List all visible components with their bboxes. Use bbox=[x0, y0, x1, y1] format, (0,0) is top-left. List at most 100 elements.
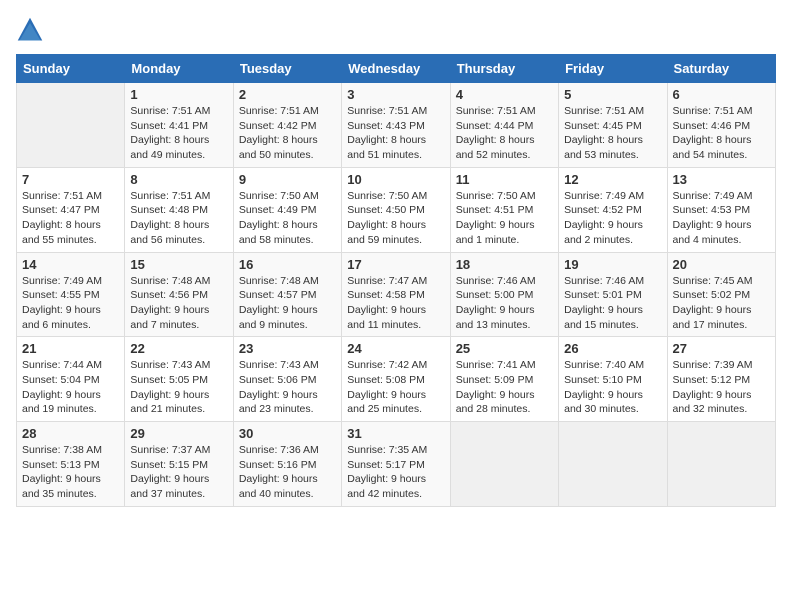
logo-icon bbox=[16, 16, 44, 44]
day-number: 16 bbox=[239, 257, 336, 272]
day-number: 21 bbox=[22, 341, 119, 356]
day-cell: 26Sunrise: 7:40 AMSunset: 5:10 PMDayligh… bbox=[559, 337, 667, 422]
header-monday: Monday bbox=[125, 55, 233, 83]
day-cell: 29 Sunrise: 7:37 AMSunset: 5:15 PMDayligh… bbox=[125, 422, 233, 507]
week-row-4: 28 Sunrise: 7:38 AMSunset: 5:13 PMDayligh… bbox=[17, 422, 776, 507]
day-cell: 30 Sunrise: 7:36 AMSunset: 5:16 PMDayligh… bbox=[233, 422, 341, 507]
day-cell: 17 Sunrise: 7:47 AMSunset: 4:58 PMDayligh… bbox=[342, 252, 450, 337]
day-info: Sunrise: 7:41 AMSunset: 5:09 PMDaylight:… bbox=[456, 358, 553, 417]
day-number: 2 bbox=[239, 87, 336, 102]
day-cell: 8Sunrise: 7:51 AMSunset: 4:48 PMDaylight… bbox=[125, 167, 233, 252]
day-cell bbox=[667, 422, 775, 507]
day-info: Sunrise: 7:50 AMSunset: 4:50 PMDaylight:… bbox=[347, 189, 444, 248]
header-row: SundayMondayTuesdayWednesdayThursdayFrid… bbox=[17, 55, 776, 83]
header-thursday: Thursday bbox=[450, 55, 558, 83]
day-cell: 20 Sunrise: 7:45 AMSunset: 5:02 PMDayligh… bbox=[667, 252, 775, 337]
day-info: Sunrise: 7:50 AMSunset: 4:49 PMDaylight:… bbox=[239, 189, 336, 248]
day-number: 22 bbox=[130, 341, 227, 356]
day-number: 17 bbox=[347, 257, 444, 272]
day-number: 9 bbox=[239, 172, 336, 187]
day-number: 4 bbox=[456, 87, 553, 102]
day-info: Sunrise: 7:51 AMSunset: 4:47 PMDaylight:… bbox=[22, 189, 119, 248]
day-number: 27 bbox=[673, 341, 770, 356]
day-number: 26 bbox=[564, 341, 661, 356]
day-cell: 6 Sunrise: 7:51 AMSunset: 4:46 PMDaylight… bbox=[667, 83, 775, 168]
day-info: Sunrise: 7:43 AMSunset: 5:05 PMDaylight:… bbox=[130, 358, 227, 417]
day-info: Sunrise: 7:51 AMSunset: 4:46 PMDaylight:… bbox=[673, 104, 770, 163]
day-cell: 12 Sunrise: 7:49 AMSunset: 4:52 PMDayligh… bbox=[559, 167, 667, 252]
day-cell: 27 Sunrise: 7:39 AMSunset: 5:12 PMDayligh… bbox=[667, 337, 775, 422]
day-info: Sunrise: 7:46 AMSunset: 5:01 PMDaylight:… bbox=[564, 274, 661, 333]
day-number: 10 bbox=[347, 172, 444, 187]
day-number: 1 bbox=[130, 87, 227, 102]
day-cell: 19 Sunrise: 7:46 AMSunset: 5:01 PMDayligh… bbox=[559, 252, 667, 337]
day-info: Sunrise: 7:48 AMSunset: 4:56 PMDaylight:… bbox=[130, 274, 227, 333]
day-cell: 4 Sunrise: 7:51 AMSunset: 4:44 PMDaylight… bbox=[450, 83, 558, 168]
day-info: Sunrise: 7:46 AMSunset: 5:00 PMDaylight:… bbox=[456, 274, 553, 333]
day-info: Sunrise: 7:51 AMSunset: 4:44 PMDaylight:… bbox=[456, 104, 553, 163]
day-number: 29 bbox=[130, 426, 227, 441]
day-cell: 15 Sunrise: 7:48 AMSunset: 4:56 PMDayligh… bbox=[125, 252, 233, 337]
day-info: Sunrise: 7:35 AMSunset: 5:17 PMDaylight:… bbox=[347, 443, 444, 502]
day-cell: 3 Sunrise: 7:51 AMSunset: 4:43 PMDaylight… bbox=[342, 83, 450, 168]
day-cell: 23 Sunrise: 7:43 AMSunset: 5:06 PMDayligh… bbox=[233, 337, 341, 422]
day-number: 6 bbox=[673, 87, 770, 102]
week-row-3: 21 Sunrise: 7:44 AMSunset: 5:04 PMDayligh… bbox=[17, 337, 776, 422]
day-info: Sunrise: 7:49 AMSunset: 4:52 PMDaylight:… bbox=[564, 189, 661, 248]
day-cell: 11Sunrise: 7:50 AMSunset: 4:51 PMDayligh… bbox=[450, 167, 558, 252]
day-number: 11 bbox=[456, 172, 553, 187]
week-row-1: 7Sunrise: 7:51 AMSunset: 4:47 PMDaylight… bbox=[17, 167, 776, 252]
day-cell: 31 Sunrise: 7:35 AMSunset: 5:17 PMDayligh… bbox=[342, 422, 450, 507]
day-info: Sunrise: 7:36 AMSunset: 5:16 PMDaylight:… bbox=[239, 443, 336, 502]
day-number: 24 bbox=[347, 341, 444, 356]
day-number: 30 bbox=[239, 426, 336, 441]
day-info: Sunrise: 7:48 AMSunset: 4:57 PMDaylight:… bbox=[239, 274, 336, 333]
day-info: Sunrise: 7:37 AMSunset: 5:15 PMDaylight:… bbox=[130, 443, 227, 502]
day-cell: 25Sunrise: 7:41 AMSunset: 5:09 PMDayligh… bbox=[450, 337, 558, 422]
day-cell: 28 Sunrise: 7:38 AMSunset: 5:13 PMDayligh… bbox=[17, 422, 125, 507]
header-saturday: Saturday bbox=[667, 55, 775, 83]
week-row-0: 1 Sunrise: 7:51 AMSunset: 4:41 PMDaylight… bbox=[17, 83, 776, 168]
day-number: 15 bbox=[130, 257, 227, 272]
week-row-2: 14Sunrise: 7:49 AMSunset: 4:55 PMDayligh… bbox=[17, 252, 776, 337]
page-header bbox=[16, 16, 776, 44]
day-info: Sunrise: 7:43 AMSunset: 5:06 PMDaylight:… bbox=[239, 358, 336, 417]
day-number: 31 bbox=[347, 426, 444, 441]
day-cell: 21 Sunrise: 7:44 AMSunset: 5:04 PMDayligh… bbox=[17, 337, 125, 422]
day-info: Sunrise: 7:49 AMSunset: 4:55 PMDaylight:… bbox=[22, 274, 119, 333]
header-sunday: Sunday bbox=[17, 55, 125, 83]
day-info: Sunrise: 7:38 AMSunset: 5:13 PMDaylight:… bbox=[22, 443, 119, 502]
day-cell: 18Sunrise: 7:46 AMSunset: 5:00 PMDayligh… bbox=[450, 252, 558, 337]
header-friday: Friday bbox=[559, 55, 667, 83]
day-number: 20 bbox=[673, 257, 770, 272]
day-number: 28 bbox=[22, 426, 119, 441]
day-cell: 10 Sunrise: 7:50 AMSunset: 4:50 PMDayligh… bbox=[342, 167, 450, 252]
day-info: Sunrise: 7:51 AMSunset: 4:45 PMDaylight:… bbox=[564, 104, 661, 163]
day-info: Sunrise: 7:51 AMSunset: 4:42 PMDaylight:… bbox=[239, 104, 336, 163]
day-cell: 22 Sunrise: 7:43 AMSunset: 5:05 PMDayligh… bbox=[125, 337, 233, 422]
day-info: Sunrise: 7:49 AMSunset: 4:53 PMDaylight:… bbox=[673, 189, 770, 248]
day-cell: 7Sunrise: 7:51 AMSunset: 4:47 PMDaylight… bbox=[17, 167, 125, 252]
calendar-table: SundayMondayTuesdayWednesdayThursdayFrid… bbox=[16, 54, 776, 507]
day-number: 19 bbox=[564, 257, 661, 272]
day-cell: 5 Sunrise: 7:51 AMSunset: 4:45 PMDaylight… bbox=[559, 83, 667, 168]
day-info: Sunrise: 7:45 AMSunset: 5:02 PMDaylight:… bbox=[673, 274, 770, 333]
day-cell: 2 Sunrise: 7:51 AMSunset: 4:42 PMDaylight… bbox=[233, 83, 341, 168]
day-number: 3 bbox=[347, 87, 444, 102]
day-number: 12 bbox=[564, 172, 661, 187]
day-cell bbox=[559, 422, 667, 507]
day-number: 23 bbox=[239, 341, 336, 356]
day-info: Sunrise: 7:51 AMSunset: 4:41 PMDaylight:… bbox=[130, 104, 227, 163]
day-info: Sunrise: 7:44 AMSunset: 5:04 PMDaylight:… bbox=[22, 358, 119, 417]
day-info: Sunrise: 7:47 AMSunset: 4:58 PMDaylight:… bbox=[347, 274, 444, 333]
day-number: 8 bbox=[130, 172, 227, 187]
header-wednesday: Wednesday bbox=[342, 55, 450, 83]
day-info: Sunrise: 7:51 AMSunset: 4:43 PMDaylight:… bbox=[347, 104, 444, 163]
day-cell: 1 Sunrise: 7:51 AMSunset: 4:41 PMDaylight… bbox=[125, 83, 233, 168]
day-info: Sunrise: 7:39 AMSunset: 5:12 PMDaylight:… bbox=[673, 358, 770, 417]
day-cell: 9 Sunrise: 7:50 AMSunset: 4:49 PMDaylight… bbox=[233, 167, 341, 252]
header-tuesday: Tuesday bbox=[233, 55, 341, 83]
day-number: 5 bbox=[564, 87, 661, 102]
day-cell: 16 Sunrise: 7:48 AMSunset: 4:57 PMDayligh… bbox=[233, 252, 341, 337]
day-cell: 24Sunrise: 7:42 AMSunset: 5:08 PMDayligh… bbox=[342, 337, 450, 422]
